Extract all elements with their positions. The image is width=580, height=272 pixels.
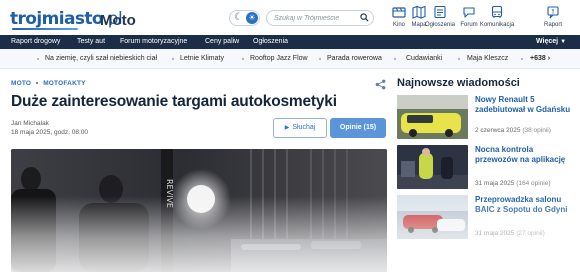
breadcrumb-item[interactable]: MOTO	[11, 80, 31, 87]
moon-icon: ☾	[234, 12, 243, 23]
nav-testy-aut[interactable]: Testy aut	[77, 35, 105, 49]
news-meta: 31 maja 2025 (27 opinii)	[475, 230, 545, 237]
nav-more-button[interactable]: Więcej ▼	[536, 35, 566, 49]
svg-text:REVIVE: REVIVE	[165, 179, 174, 208]
service-komunikacja[interactable]: Komunikacja	[479, 3, 515, 33]
news-title[interactable]: Nowy Renault 5 zadebiutował w Gdańsku	[475, 95, 575, 115]
nav-ceny-paliw[interactable]: Ceny paliw	[205, 35, 239, 49]
classifieds-icon	[434, 5, 446, 19]
search-box[interactable]	[266, 10, 374, 26]
tag-item[interactable]: Cudawianki	[406, 49, 442, 69]
latest-news-heading: Najnowsze wiadomości	[397, 77, 520, 89]
breadcrumb: MOTO MOTOFAKTY	[11, 80, 86, 87]
news-item[interactable]: Przeprowadzka salonu BAIC z Sopotu do Gd…	[397, 195, 572, 239]
news-date: 2 czerwca 2025	[475, 127, 521, 134]
sun-icon: ☀	[246, 12, 258, 24]
breadcrumb-item[interactable]: MOTOFAKTY	[43, 80, 86, 87]
news-thumbnail[interactable]	[397, 195, 468, 239]
article-author[interactable]: Jan Michalak	[11, 120, 49, 127]
news-comment-count[interactable]: (164 opinie)	[516, 180, 550, 187]
article-hero-image[interactable]: REVIVE	[11, 149, 387, 272]
news-date: 31 maja 2025	[475, 180, 515, 187]
news-photo	[397, 95, 468, 139]
news-item[interactable]: Nocna kontrola przewozów na aplikację 31…	[397, 145, 572, 189]
section-title[interactable]: Moto	[100, 12, 136, 29]
service-raport[interactable]: Raport	[537, 3, 569, 33]
chat-icon	[463, 7, 475, 18]
hero-photo: REVIVE	[11, 149, 387, 272]
nav-ogloszenia[interactable]: Ogłoszenia	[253, 35, 288, 49]
service-label: Ogłoszenia	[424, 22, 456, 28]
bus-icon	[491, 5, 503, 18]
logo-text: trojmiasto	[10, 9, 104, 29]
chevron-right-icon: ›	[547, 55, 551, 62]
main-nav: Raport drogowy Testy aut Forum motoryzac…	[0, 35, 580, 49]
tag-separator	[394, 58, 396, 60]
tag-separator	[319, 58, 321, 60]
news-title[interactable]: Nocna kontrola przewozów na aplikację	[475, 145, 575, 165]
tags-more-count[interactable]: +638 ›	[530, 49, 550, 69]
news-meta: 2 czerwca 2025 (38 opinii)	[475, 127, 551, 134]
tag-separator	[172, 58, 174, 60]
article-date: 18 maja 2025, godz. 08:00	[11, 129, 88, 136]
news-photo	[397, 145, 468, 189]
nav-forum-motoryzacyjne[interactable]: Forum motoryzacyjne	[120, 35, 187, 49]
news-item[interactable]: Nowy Renault 5 zadebiutował w Gdańsku 2 …	[397, 95, 572, 139]
news-photo	[397, 195, 468, 239]
service-label: Komunikacja	[479, 22, 515, 28]
tag-item[interactable]: Maja Kleszcz	[467, 49, 508, 69]
chevron-down-icon: ▼	[560, 39, 567, 45]
listen-label: Słuchaj	[292, 124, 316, 131]
tag-separator	[521, 58, 523, 60]
search-input[interactable]	[274, 13, 358, 24]
nav-more-label: Więcej	[536, 38, 559, 45]
tag-separator	[37, 58, 39, 60]
nav-raport-drogowy[interactable]: Raport drogowy	[11, 35, 60, 49]
breadcrumb-separator	[36, 81, 39, 84]
service-ogloszenia[interactable]: Ogłoszenia	[423, 3, 457, 33]
news-thumbnail[interactable]	[397, 95, 468, 139]
tag-item[interactable]: Na ziemię, czyli szał niebieskich ciał	[45, 49, 157, 69]
news-title[interactable]: Przeprowadzka salonu BAIC z Sopotu do Gd…	[475, 195, 575, 215]
news-date: 31 maja 2025	[475, 230, 515, 237]
news-meta: 31 maja 2025 (164 opinie)	[475, 180, 551, 187]
comments-button[interactable]: Opinie (15)	[330, 118, 386, 138]
play-icon: ▶	[284, 125, 290, 131]
news-comment-count[interactable]: (38 opinii)	[522, 127, 551, 134]
logo-underline	[12, 28, 78, 30]
service-label: Raport	[543, 22, 562, 28]
trending-tags: Na ziemię, czyli szał niebieskich ciał L…	[0, 49, 580, 69]
tag-item[interactable]: Parada rowerowa	[327, 49, 382, 69]
news-comment-count[interactable]: (27 opinii)	[516, 230, 545, 237]
tags-count-label: +638	[530, 55, 546, 62]
listen-button[interactable]: ▶ Słuchaj	[273, 118, 327, 138]
search-icon[interactable]	[360, 13, 369, 22]
tag-item[interactable]: Rooftop Jazz Flow	[250, 49, 308, 69]
news-thumbnail[interactable]	[397, 145, 468, 189]
theme-toggle[interactable]: ☾ ☀	[229, 10, 260, 26]
report-icon	[547, 6, 559, 19]
tag-separator	[458, 58, 460, 60]
tag-separator	[242, 58, 244, 60]
tag-item[interactable]: Letnie Klimaty	[180, 49, 224, 69]
article-title: Duże zainteresowanie targami autokosmety…	[11, 93, 337, 110]
top-header: trojmiasto.pl Moto ☾ ☀ Kino Mapa	[0, 0, 580, 35]
share-icon[interactable]	[375, 79, 386, 90]
